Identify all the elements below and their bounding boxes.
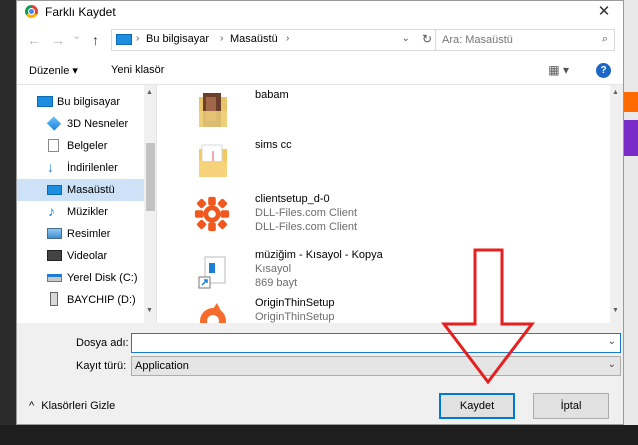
sidebar-item-this-pc[interactable]: Bu bilgisayar (17, 91, 144, 113)
scroll-thumb[interactable] (146, 143, 155, 211)
annotation-arrow-icon (440, 248, 536, 385)
recent-locations-icon[interactable]: ⌄ (72, 29, 81, 42)
background-window-bottom (0, 425, 638, 445)
back-arrow-icon[interactable]: ← (27, 32, 41, 48)
background-window-right (624, 0, 638, 445)
document-icon (48, 139, 59, 152)
sidebar-item-label: 3D Nesneler (67, 118, 129, 130)
close-button[interactable]: ✕ (591, 1, 617, 23)
address-row: ← → ⌄ ↑ › Bu bilgisayar › Masaüstü › ⌄ ↻… (17, 23, 623, 57)
sidebar-item-pictures[interactable]: Resimler (17, 223, 144, 245)
file-name: müziğim - Kısayol - Kopya (255, 249, 383, 261)
organize-button[interactable]: Düzenle ▾ (29, 64, 78, 77)
file-list: babam sims cc clientsetup_d-0 DLL-Files.… (157, 85, 623, 323)
sidebar-item-videos[interactable]: Videolar (17, 245, 144, 267)
file-name: sims cc (255, 139, 292, 151)
scroll-up-icon[interactable]: ▲ (612, 89, 619, 96)
scroll-down-icon[interactable]: ▼ (146, 307, 153, 314)
background-window-left (0, 0, 16, 445)
forward-arrow-icon[interactable]: → (51, 32, 65, 48)
file-item-sims-cc[interactable]: sims cc (187, 137, 587, 185)
download-icon: ↓ (47, 159, 54, 175)
sidebar-item-music[interactable]: ♪ Müzikler (17, 201, 144, 223)
breadcrumb-desktop[interactable]: Masaüstü (230, 33, 278, 45)
search-icon[interactable]: ⌕ (602, 33, 608, 46)
chevron-down-icon[interactable]: ⌄ (608, 336, 616, 347)
sidebar-item-label: Masaüstü (67, 184, 115, 196)
chevron-up-icon: ^ (29, 400, 35, 412)
breadcrumb-separator: › (220, 33, 224, 44)
scroll-up-icon[interactable]: ▲ (146, 89, 153, 96)
title-bar: Farklı Kaydet ✕ (17, 1, 623, 23)
up-arrow-icon[interactable]: ↑ (92, 32, 99, 48)
file-company: DLL-Files.com Client (255, 221, 358, 233)
sidebar-item-label: Bu bilgisayar (57, 96, 120, 108)
breadcrumb-separator: › (136, 33, 140, 44)
view-options-icon[interactable]: ▦ ▾ (548, 63, 569, 77)
file-type: Kısayol (255, 263, 292, 275)
chrome-icon (25, 5, 38, 18)
sidebar-item-label: Yerel Disk (C:) (67, 272, 138, 284)
search-input[interactable] (440, 33, 594, 47)
folder-icon (199, 144, 227, 177)
disk-icon (47, 274, 62, 282)
search-box[interactable]: ⌕ (435, 29, 615, 51)
command-bar: Düzenle ▾ Yeni klasör ▦ ▾ ? (17, 57, 623, 85)
save-button[interactable]: Kaydet (439, 393, 515, 419)
address-dropdown-icon[interactable]: ⌄ (402, 33, 410, 44)
scroll-down-icon[interactable]: ▼ (612, 307, 619, 314)
origin-icon (200, 303, 226, 323)
cube-icon (46, 116, 62, 131)
dialog-title: Farklı Kaydet (45, 5, 116, 19)
file-list-scrollbar[interactable]: ▲ ▼ (610, 85, 623, 323)
video-icon (47, 250, 62, 261)
new-folder-button[interactable]: Yeni klasör (111, 64, 164, 76)
file-type-value: Application (135, 360, 189, 372)
hide-folders-toggle[interactable]: ^ Klasörleri Gizle (29, 400, 115, 412)
navigation-scrollbar[interactable]: ▲ ▼ (144, 85, 156, 323)
sidebar-item-label: Videolar (67, 250, 108, 262)
navigation-pane: Bu bilgisayar 3D Nesneler Belgeler ↓ İnd… (17, 85, 157, 323)
file-description: DLL-Files.com Client (255, 207, 358, 219)
computer-icon (116, 34, 132, 45)
breadcrumb-this-pc[interactable]: Bu bilgisayar (146, 33, 209, 45)
cancel-button[interactable]: İptal (533, 393, 609, 419)
address-bar[interactable]: › Bu bilgisayar › Masaüstü › ⌄ ↻ (111, 29, 441, 51)
shortcut-icon (198, 256, 226, 289)
file-description: OriginThinSetup (255, 311, 335, 323)
desktop-icon (47, 185, 62, 195)
sidebar-item-local-disk-c[interactable]: Yerel Disk (C:) (17, 267, 144, 289)
filename-label: Dosya adı: (76, 337, 129, 349)
sidebar-item-label: BAYCHIP (D:) (67, 294, 136, 306)
sidebar-item-documents[interactable]: Belgeler (17, 135, 144, 157)
hide-folders-label: Klasörleri Gizle (41, 400, 116, 412)
file-type-label: Kayıt türü: (76, 360, 127, 372)
sidebar-item-baychip-d[interactable]: BAYCHIP (D:) (17, 289, 144, 311)
file-name: babam (255, 89, 289, 101)
file-size: 869 bayt (255, 277, 298, 289)
file-item-babam[interactable]: babam (187, 87, 587, 135)
refresh-icon[interactable]: ↻ (422, 32, 432, 46)
background-strip (624, 92, 638, 112)
dll-files-icon (194, 196, 230, 232)
computer-icon (37, 96, 53, 107)
background-strip (624, 120, 638, 156)
sidebar-item-3d-objects[interactable]: 3D Nesneler (17, 113, 144, 135)
sidebar-item-desktop[interactable]: Masaüstü (17, 179, 144, 201)
sidebar-item-label: İndirilenler (67, 162, 118, 174)
file-name: clientsetup_d-0 (255, 193, 330, 205)
sidebar-item-downloads[interactable]: ↓ İndirilenler (17, 157, 144, 179)
file-item-clientsetup[interactable]: clientsetup_d-0 DLL-Files.com Client DLL… (187, 191, 587, 239)
breadcrumb-separator: › (286, 33, 290, 44)
sidebar-item-label: Belgeler (67, 140, 108, 152)
sidebar-item-label: Müzikler (67, 206, 108, 218)
music-icon: ♪ (48, 203, 55, 219)
file-name: OriginThinSetup (255, 297, 335, 309)
photo-folder-icon (199, 93, 227, 127)
usb-icon (50, 292, 58, 306)
chevron-down-icon[interactable]: ⌄ (608, 359, 616, 370)
help-icon[interactable]: ? (596, 63, 611, 78)
pictures-icon (47, 228, 62, 239)
sidebar-item-label: Resimler (67, 228, 111, 240)
